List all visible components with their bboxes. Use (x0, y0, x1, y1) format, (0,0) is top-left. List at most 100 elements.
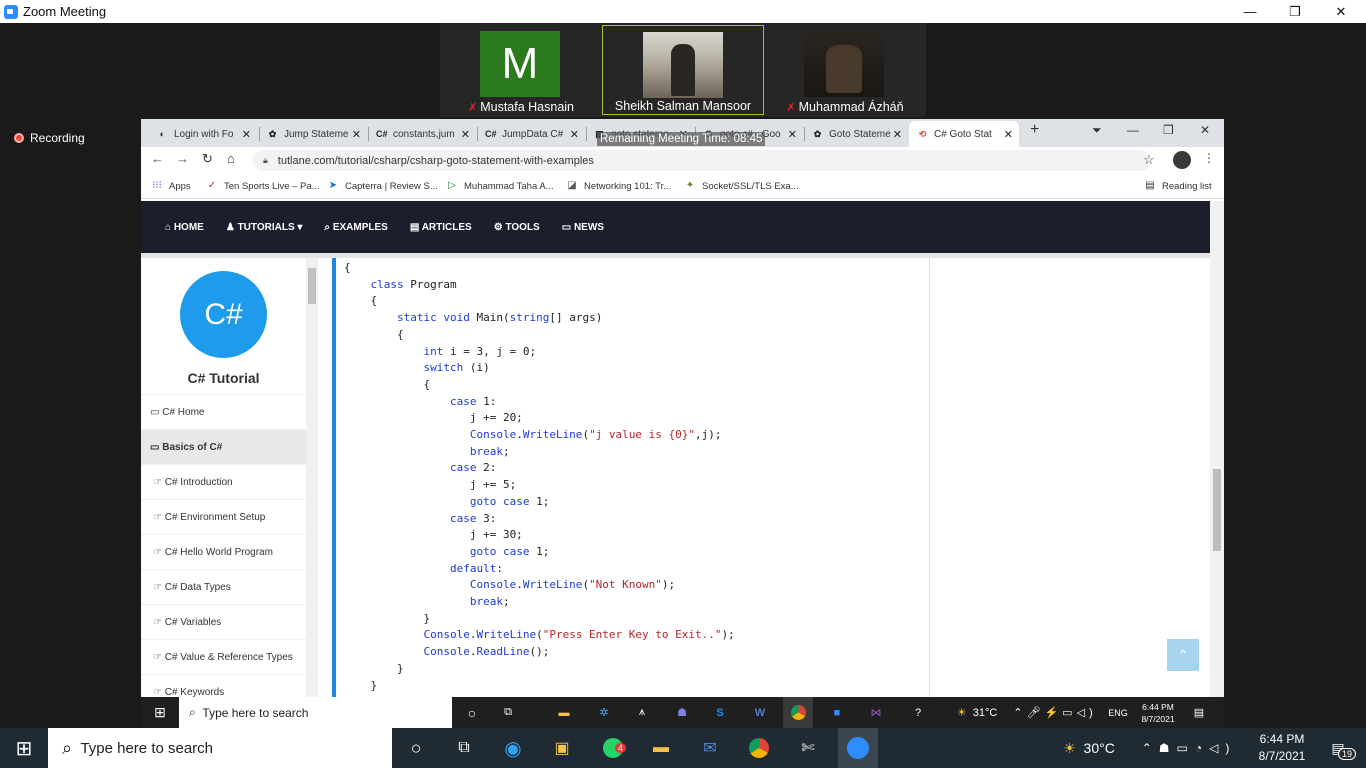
home-icon[interactable]: ⌂ (227, 151, 235, 166)
tab-close-icon[interactable]: ✕ (461, 128, 470, 141)
sidebar-item-variables[interactable]: ☞ C# Variables (141, 604, 306, 639)
search-box[interactable]: ⌕ Type here to search (48, 728, 392, 768)
sidebar-item-data-types[interactable]: ☞ C# Data Types (141, 569, 306, 604)
system-tray-icons[interactable]: ⌃☗▭◔◁) (1128, 728, 1250, 768)
windows-start-icon[interactable]: ⊞ (149, 697, 171, 728)
mail-icon[interactable]: ✉ (694, 728, 726, 768)
app-icon[interactable]: ✄ (792, 728, 824, 768)
more-menu-icon[interactable]: ⋮ (1203, 151, 1215, 165)
window-title: Zoom Meeting (23, 4, 107, 19)
whatsapp-icon[interactable]: 4 (595, 728, 631, 768)
nav-examples[interactable]: ⌕ EXAMPLES (324, 222, 387, 233)
bookmark-label: Muhammad Taha A... (464, 180, 554, 192)
browser-tab[interactable]: ✿ Goto Stateme ✕ (804, 121, 908, 147)
visual-studio-icon[interactable]: ⋈ (863, 697, 889, 728)
app-icon[interactable]: ✲ (591, 697, 617, 728)
participant-tile[interactable]: ✗ Muhammad Ázháň (764, 25, 926, 115)
store-icon[interactable]: ▣ (546, 728, 578, 768)
cortana-icon[interactable]: ○ (459, 697, 485, 728)
sidebar-item-value-reference-types[interactable]: ☞ C# Value & Reference Types (141, 639, 306, 674)
skype-icon[interactable]: S (707, 697, 733, 728)
code-line: case 2: (449, 461, 497, 475)
browser-tab[interactable]: C# constants,jum ✕ (368, 121, 476, 147)
word-icon[interactable]: W (747, 697, 773, 728)
browser-minimize-button[interactable]: — (1127, 123, 1139, 137)
scrollbar-thumb[interactable] (1213, 469, 1221, 551)
notification-center-icon[interactable]: ▤ 19 (1320, 728, 1357, 768)
page-scrollbar[interactable] (1210, 201, 1224, 697)
app-icon[interactable]: ⩚ (629, 697, 655, 728)
sidebar-scrollbar[interactable] (306, 258, 318, 697)
browser-tab-active[interactable]: ⟲ C# Goto Stat ✕ (909, 121, 1019, 147)
windows-start-icon[interactable]: ⊞ (8, 728, 40, 768)
weather-widget[interactable]: ☀ 31°C (947, 697, 1007, 728)
participant-tile[interactable]: M ✗ Mustafa Hasnain (440, 25, 602, 115)
sidebar-item-environment-setup[interactable]: ☞ C# Environment Setup (141, 499, 306, 534)
task-view-icon[interactable]: ⧉ (448, 728, 480, 768)
cortana-icon[interactable]: ○ (400, 728, 432, 768)
task-view-icon[interactable]: ⧉ (495, 697, 521, 728)
bookmark-item[interactable]: ✦ Socket/SSL/TLS Exa... (684, 180, 799, 192)
inner-clock[interactable]: 6:44 PM 8/7/2021 (1135, 697, 1181, 728)
tab-close-icon[interactable]: ✕ (570, 128, 579, 141)
edge-icon[interactable]: ◉ (497, 728, 529, 768)
back-arrow-icon[interactable]: ← (151, 151, 164, 166)
browser-tab[interactable]: C# JumpData C# ✕ (477, 121, 585, 147)
bookmark-item[interactable]: ▷ Muhammad Taha A... (446, 180, 554, 192)
tab-close-icon[interactable]: ✕ (893, 128, 902, 141)
zoom-icon[interactable]: ■ (824, 697, 850, 728)
nav-tutorials[interactable]: ♟ TUTORIALS ▾ (226, 222, 303, 233)
tab-close-icon[interactable]: ✕ (242, 128, 251, 141)
sidebar-item-home[interactable]: ▭ C# Home (141, 394, 306, 429)
weather-widget[interactable]: ☀ 30°C (1054, 728, 1124, 768)
close-button[interactable]: ✕ (1318, 0, 1364, 23)
nav-tools[interactable]: ⚙ TOOLS (494, 222, 540, 233)
participant-tile-active-speaker[interactable]: Sheikh Salman Mansoor (602, 25, 764, 115)
sidebar-section-basics[interactable]: ▭ Basics of C# (141, 429, 306, 464)
recording-indicator[interactable]: Recording (14, 131, 85, 145)
address-bar[interactable]: 🔒︎ tutlane.com/tutorial/csharp/csharp-go… (253, 150, 1151, 171)
browser-tab[interactable]: ◐ Login with Fo ✕ (149, 121, 257, 147)
bookmark-apps[interactable]: ⁝⁝⁝ Apps (151, 180, 190, 192)
sidebar-item-keywords[interactable]: ☞ C# Keywords (141, 674, 306, 697)
back-to-top-button[interactable]: ⌃ (1167, 639, 1199, 671)
tab-search-icon[interactable]: ⏷ (1092, 123, 1102, 138)
nav-home[interactable]: ⌂ HOME (165, 222, 204, 233)
chrome-icon[interactable] (743, 728, 775, 768)
forward-arrow-icon[interactable]: → (176, 151, 189, 166)
clock[interactable]: 6:44 PM 8/7/2021 (1254, 731, 1310, 765)
bookmark-star-icon[interactable]: ☆ (1143, 152, 1155, 168)
maximize-button[interactable]: ❐ (1272, 0, 1318, 23)
reading-list-button[interactable]: ▤ Reading list (1144, 180, 1211, 192)
profile-avatar[interactable] (1173, 151, 1191, 169)
teams-icon[interactable]: ☗ (669, 697, 695, 728)
nav-news[interactable]: ▭ NEWS (562, 222, 604, 233)
sidebar-item-hello-world[interactable]: ☞ C# Hello World Program (141, 534, 306, 569)
code-line: case 1: (449, 394, 497, 408)
file-explorer-icon[interactable]: ▬ (645, 728, 677, 768)
tab-close-icon[interactable]: ✕ (352, 128, 361, 141)
tab-close-icon[interactable]: ✕ (1004, 128, 1013, 141)
reload-icon[interactable]: ↻ (202, 151, 213, 167)
sidebar-item-introduction[interactable]: ☞ C# Introduction (141, 464, 306, 499)
zoom-icon[interactable] (838, 728, 878, 768)
minimize-button[interactable]: — (1227, 0, 1273, 23)
bookmark-item[interactable]: ◪ Networking 101: Tr... (566, 180, 671, 192)
browser-close-button[interactable]: ✕ (1200, 123, 1210, 137)
file-explorer-icon[interactable]: ▬ (551, 697, 577, 728)
help-icon[interactable]: ? (905, 697, 931, 728)
code-line: { (344, 261, 351, 274)
tab-close-icon[interactable]: ✕ (788, 128, 797, 141)
chrome-icon[interactable] (783, 697, 813, 728)
scrollbar-thumb[interactable] (308, 268, 316, 304)
nav-articles[interactable]: ▤ ARTICLES (410, 222, 472, 233)
bookmark-item[interactable]: ➤ Capterra | Review S... (327, 180, 438, 192)
new-tab-button[interactable]: + (1030, 121, 1039, 139)
shared-search-box[interactable]: ⌕ Type here to search (179, 697, 452, 728)
browser-maximize-button[interactable]: ❐ (1163, 123, 1174, 137)
browser-tab[interactable]: ✿ Jump Stateme ✕ (259, 121, 367, 147)
notification-icon[interactable]: ▤ (1189, 697, 1209, 728)
system-tray-icons[interactable]: ⌃🎤︎⚡▭◁) (1009, 697, 1101, 728)
bookmark-item[interactable]: ✓ Ten Sports Live – Pa... (206, 180, 320, 192)
language-indicator[interactable]: ENG (1103, 697, 1133, 728)
